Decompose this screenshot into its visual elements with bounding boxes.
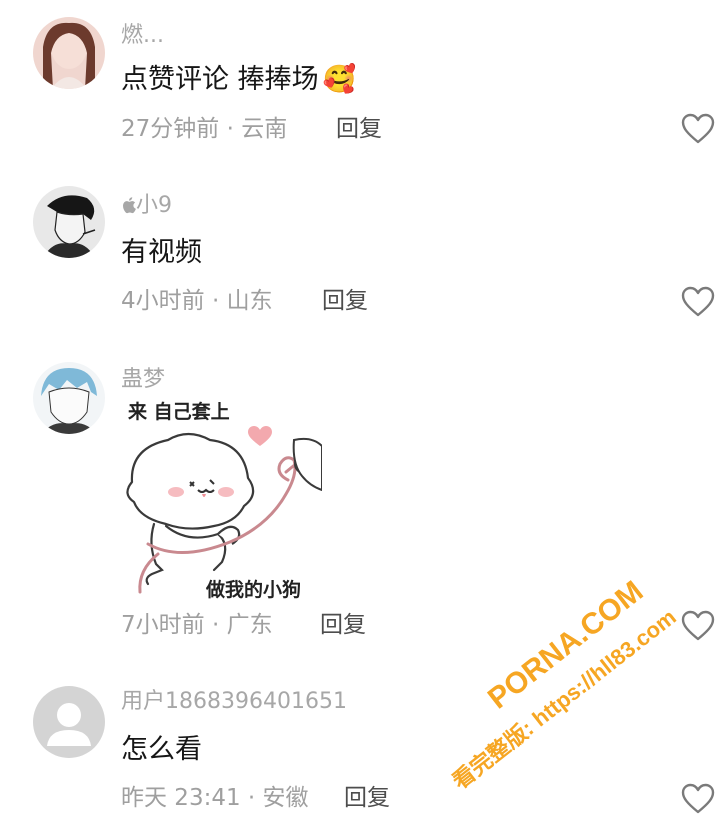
comment-text-content: 点赞评论 捧捧场: [121, 64, 319, 95]
heart-icon[interactable]: [681, 610, 715, 642]
username[interactable]: 蛊梦: [121, 369, 165, 391]
username[interactable]: 小9: [121, 195, 172, 219]
comment-meta: 昨天 23:41 · 安徽: [121, 785, 309, 811]
heart-icon[interactable]: [681, 783, 715, 815]
reply-button[interactable]: 回复: [320, 614, 366, 637]
username[interactable]: 燃...: [121, 25, 164, 47]
reply-button[interactable]: 回复: [322, 290, 368, 313]
reply-button[interactable]: 回复: [344, 787, 390, 810]
avatar[interactable]: [33, 186, 105, 258]
emoji-icon: 🥰: [322, 64, 357, 95]
comment-text: 有视频: [121, 237, 202, 268]
avatar[interactable]: [33, 362, 105, 434]
comment-text: 怎么看: [121, 734, 202, 765]
reply-button[interactable]: 回复: [336, 118, 382, 141]
heart-icon[interactable]: [681, 113, 715, 145]
comment-text: 点赞评论 捧捧场 🥰: [121, 66, 356, 93]
comment-meta: 4小时前 · 山东: [121, 288, 273, 314]
sticker-caption: 来 自己套上: [128, 401, 230, 423]
sticker-caption: 做我的小狗: [206, 579, 302, 601]
sticker-image[interactable]: [118, 394, 323, 604]
avatar[interactable]: [33, 17, 105, 89]
comment-meta: 27分钟前 · 云南: [121, 116, 288, 142]
heart-icon[interactable]: [681, 286, 715, 318]
username[interactable]: 用户1868396401651: [121, 691, 347, 713]
avatar[interactable]: [33, 686, 105, 758]
watermark: PORNA.COM 看完整版: https://hll83.com: [420, 560, 727, 810]
comment-meta: 7小时前 · 广东: [121, 612, 273, 638]
apple-icon: [121, 196, 136, 219]
username-label: 小9: [136, 193, 172, 218]
watermark-site: PORNA.COM: [482, 575, 649, 716]
watermark-url: 看完整版: https://hll83.com: [448, 604, 681, 794]
